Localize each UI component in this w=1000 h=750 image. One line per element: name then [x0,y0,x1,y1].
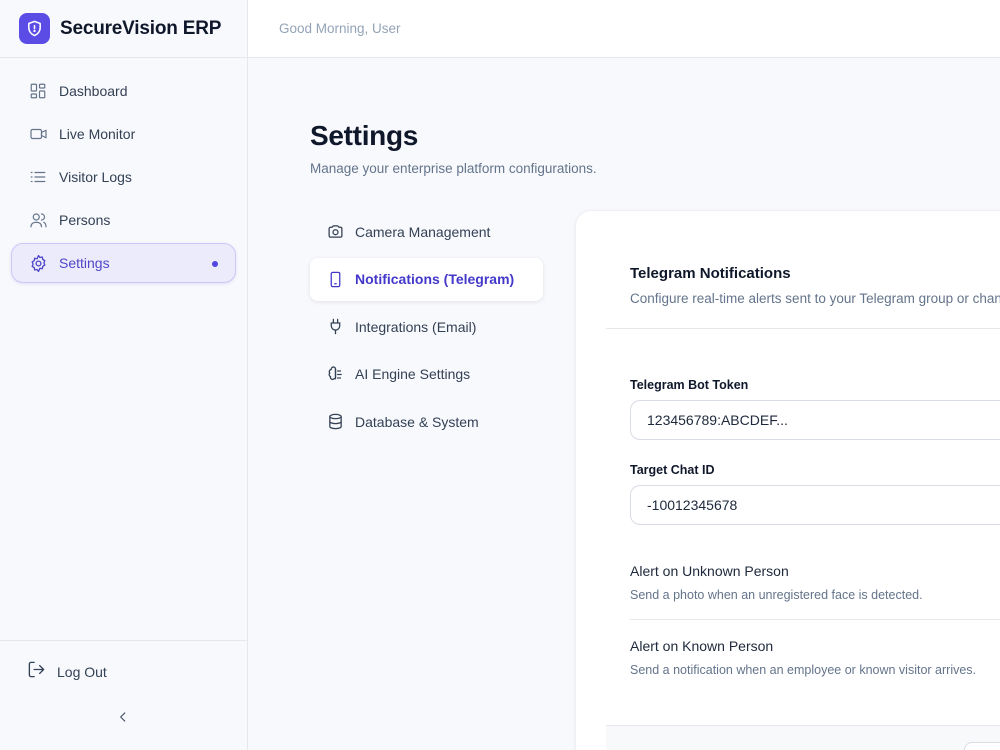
bot-token-label: Telegram Bot Token [630,378,749,392]
card-title: Telegram Notifications [630,265,791,282]
collapse-sidebar-button[interactable] [113,709,133,729]
sidebar-item-dashboard[interactable]: Dashboard [11,71,236,111]
alert-known-title: Alert on Known Person [630,638,774,654]
logout-button[interactable]: Log Out [0,641,247,703]
alert-unknown-description: Send a photo when an unregistered face i… [630,588,923,602]
chevron-left-icon [116,710,130,729]
sidebar-item-label: Settings [59,255,110,271]
grid-icon [28,81,48,101]
chat-id-label: Target Chat ID [630,463,715,477]
settings-tab-notifications-telegram[interactable]: Notifications (Telegram) [310,257,543,301]
sidebar-item-label: Dashboard [59,83,128,99]
users-icon [28,210,48,230]
sidebar-nav: Dashboard Live Monitor Visitor Logs Pers… [11,71,236,286]
settings-tab-database-system[interactable]: Database & System [310,400,543,443]
page-subtitle: Manage your enterprise platform configur… [310,161,597,176]
settings-tab-camera-management[interactable]: Camera Management [310,210,543,253]
smartphone-icon [326,270,344,288]
card-footer [606,725,1000,750]
list-icon [28,167,48,187]
camera-icon [326,223,344,241]
alert-unknown-title: Alert on Unknown Person [630,563,789,579]
top-bar: Good Morning, User [248,0,1000,58]
gear-icon [28,253,48,273]
alert-known-description: Send a notification when an employee or … [630,663,977,677]
settings-nav: Camera Management Notifications (Telegra… [310,210,543,448]
sidebar-item-live-monitor[interactable]: Live Monitor [11,114,236,154]
divider [606,328,1000,329]
sidebar-item-settings[interactable]: Settings [11,243,236,283]
sidebar-item-persons[interactable]: Persons [11,200,236,240]
card-description: Configure real-time alerts sent to your … [630,291,1000,306]
footer-button[interactable] [964,742,1000,750]
sidebar-item-visitor-logs[interactable]: Visitor Logs [11,157,236,197]
divider [630,619,1000,620]
active-indicator-dot [212,261,218,267]
shield-icon [19,13,50,44]
plug-icon [326,318,344,336]
sidebar-item-label: Visitor Logs [59,169,132,185]
brand-name: SecureVision ERP [60,17,222,39]
video-camera-icon [28,124,48,144]
telegram-settings-card: Telegram Notifications Configure real-ti… [575,210,1000,750]
greeting-text: Good Morning, User [279,21,401,36]
settings-tab-label: Camera Management [355,223,491,240]
page-title: Settings [310,120,419,151]
chat-id-input[interactable] [630,485,1000,525]
settings-tab-label: Notifications (Telegram) [355,271,515,287]
settings-tab-label: Integrations (Email) [355,318,477,335]
logout-icon [27,660,46,684]
brain-icon [326,365,344,383]
brand[interactable]: SecureVision ERP [0,0,247,58]
sidebar-item-label: Live Monitor [59,126,136,142]
logout-label: Log Out [57,664,107,680]
settings-tab-ai-engine[interactable]: AI Engine Settings [310,353,543,396]
sidebar-footer: Log Out [0,640,247,722]
sidebar: SecureVision ERP Dashboard Live Monitor … [0,0,248,750]
sidebar-item-label: Persons [59,212,111,228]
database-icon [326,413,344,431]
settings-tab-label: AI Engine Settings [355,366,471,382]
settings-tab-integrations-email[interactable]: Integrations (Email) [310,305,543,348]
bot-token-input[interactable] [630,400,1000,440]
settings-tab-label: Database & System [355,413,479,430]
